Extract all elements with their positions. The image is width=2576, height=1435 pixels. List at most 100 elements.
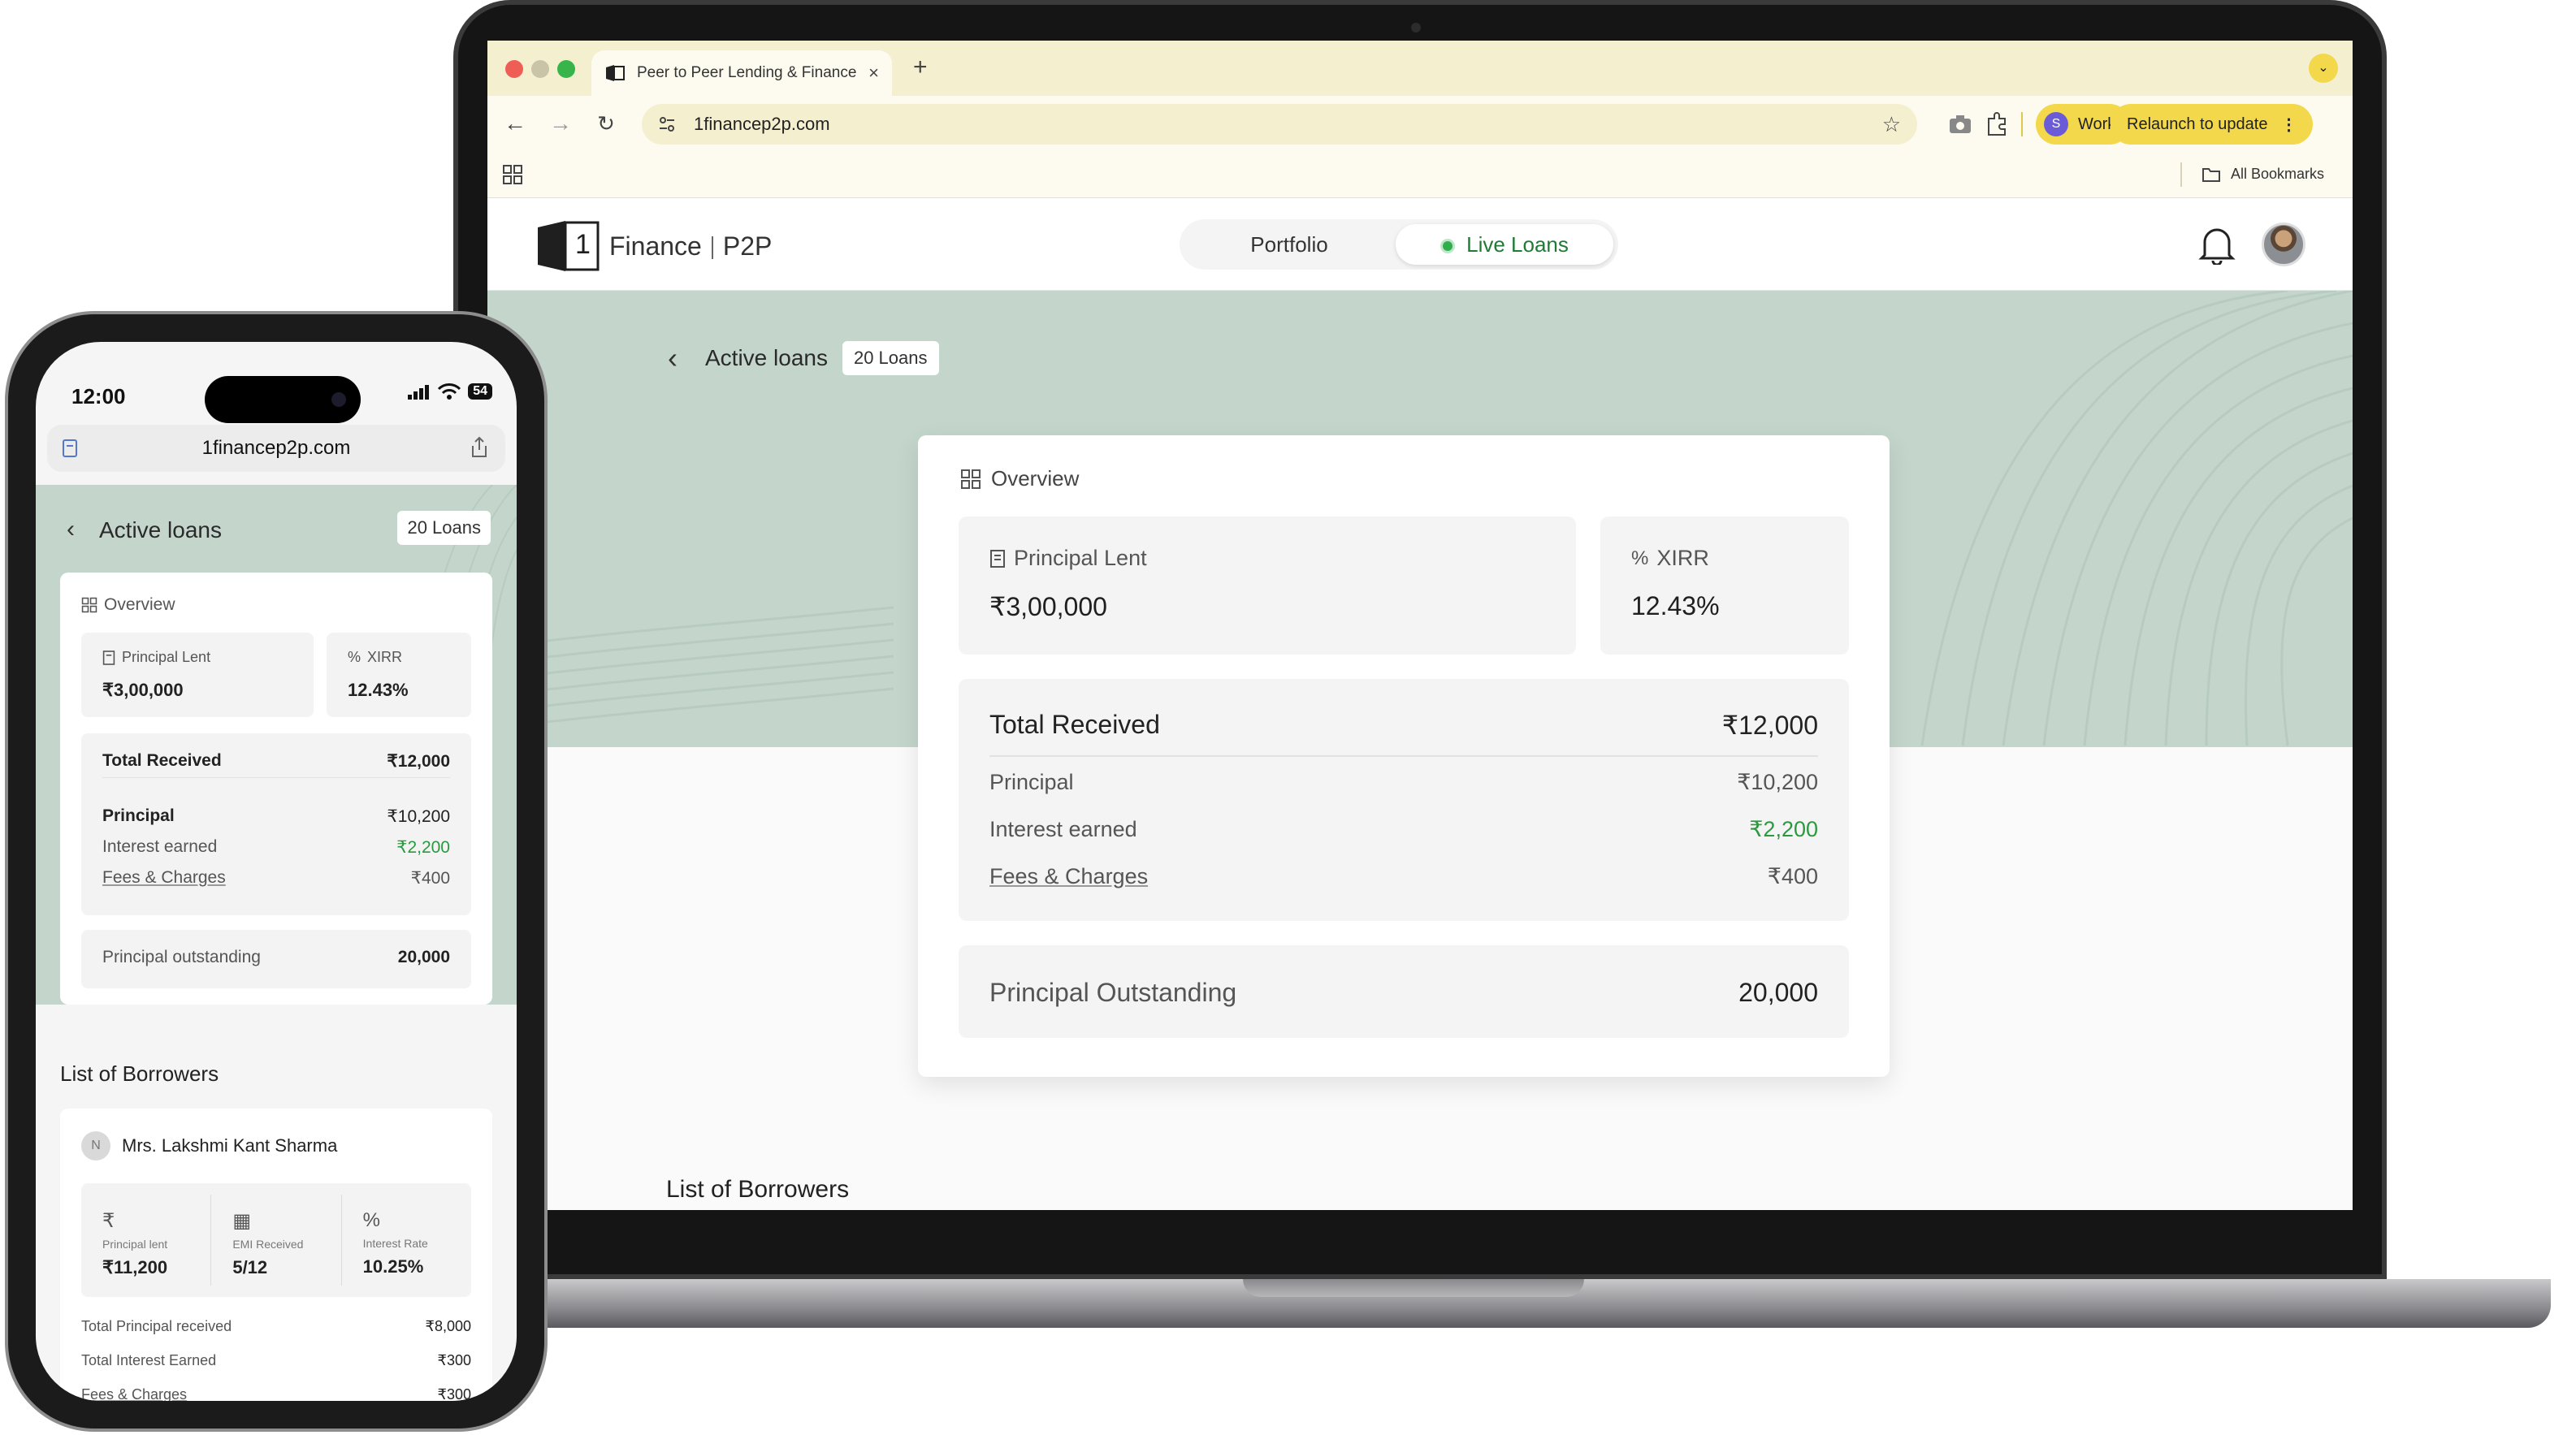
page-title: Active loans: [705, 345, 828, 370]
tab-live-loans[interactable]: Live Loans: [1396, 224, 1613, 265]
total-received-row: Total Received ₹12,000: [989, 710, 1818, 741]
relaunch-button[interactable]: Relaunch to update ⋮: [2111, 104, 2314, 145]
dynamic-island: [205, 376, 361, 423]
phone-fees-link[interactable]: Fees & Charges: [102, 868, 226, 888]
wifi-icon: [438, 383, 461, 400]
front-camera: [331, 392, 346, 407]
rupee-icon: ₹: [102, 1210, 115, 1232]
logo-mark-icon: 1: [536, 219, 601, 273]
borrower-stats: ₹ Principal lent ₹11,200 ▦ EMI Received …: [81, 1183, 471, 1297]
borrower-total-principal-row: Total Principal received ₹8,000: [81, 1318, 471, 1335]
principal-lent-tile: Principal Lent ₹3,00,000: [959, 517, 1576, 655]
logo-separator: [711, 236, 713, 260]
site-favicon-icon: [606, 65, 625, 81]
site-settings-icon[interactable]: [658, 115, 676, 133]
phone-principal-row: Principal ₹10,200: [102, 806, 450, 827]
principal-lent-label-row: Principal Lent: [989, 546, 1147, 571]
menu-dots-icon: ⋮: [2280, 115, 2297, 134]
xirr-label-row: % XIRR: [1631, 546, 1709, 571]
phone-total-received-tile: Total Received ₹12,000 Principal ₹10,200…: [81, 733, 471, 915]
borrower-name: Mrs. Lakshmi Kant Sharma: [122, 1135, 338, 1156]
borrower-principal-lent-value: ₹11,200: [102, 1257, 168, 1277]
tab-bar: Peer to Peer Lending & Finance × + ⌄: [487, 41, 2353, 96]
tab-search-chevron-icon[interactable]: ⌄: [2309, 54, 2338, 83]
all-bookmarks-label: All Bookmarks: [2231, 166, 2325, 182]
borrowers-heading: List of Borrowers: [666, 1176, 850, 1203]
phone-principal-lent-label: Principal Lent: [122, 649, 211, 665]
total-received-value: ₹12,000: [1721, 711, 1818, 740]
back-arrow-icon[interactable]: ‹: [668, 341, 678, 375]
phone-back-arrow-icon[interactable]: ‹: [67, 516, 75, 543]
borrower-rate-label: Interest Rate: [362, 1237, 428, 1250]
tab-title: Peer to Peer Lending & Finance: [637, 64, 857, 81]
phone-loan-count-badge: 20 Loans: [397, 511, 491, 545]
phone-fees-value: ₹400: [410, 869, 450, 888]
reload-button[interactable]: ↻: [588, 106, 624, 141]
phone-total-received-value: ₹12,000: [387, 752, 450, 771]
percent-icon: %: [362, 1209, 380, 1231]
xirr-label: XIRR: [1656, 546, 1709, 570]
folder-icon: [2202, 167, 2220, 182]
address-bar[interactable]: 1financep2p.com ☆: [642, 104, 1917, 145]
logo-number: 1: [575, 229, 591, 260]
new-tab-button[interactable]: +: [913, 54, 928, 81]
borrower-fees-link[interactable]: Fees & Charges: [81, 1386, 187, 1401]
borrower-total-interest-label: Total Interest Earned: [81, 1352, 217, 1368]
interest-label: Interest earned: [989, 817, 1137, 841]
maximize-window-button[interactable]: [557, 60, 575, 78]
minimize-window-button[interactable]: [531, 60, 549, 78]
phone-screen: 12:00 54 1financep2p.com ‹ Active loans …: [36, 342, 517, 1401]
borrower-total-interest-row: Total Interest Earned ₹300: [81, 1352, 471, 1369]
grid-icon: [81, 597, 97, 613]
phone-page-title: Active loans: [99, 517, 222, 542]
share-icon[interactable]: [470, 436, 489, 459]
apps-grid-icon[interactable]: [502, 164, 523, 185]
borrower-card[interactable]: N Mrs. Lakshmi Kant Sharma ₹ Principal l…: [60, 1109, 492, 1401]
principal-outstanding-label: Principal Outstanding: [989, 978, 1237, 1007]
browser-tab[interactable]: Peer to Peer Lending & Finance ×: [591, 50, 892, 96]
fees-link[interactable]: Fees & Charges: [989, 864, 1148, 889]
phone-address-bar[interactable]: 1financep2p.com: [47, 425, 505, 472]
borrower-total-principal-label: Total Principal received: [81, 1318, 232, 1334]
all-bookmarks-button[interactable]: All Bookmarks: [2202, 166, 2324, 183]
phone-principal-outstanding-row: Principal outstanding 20,000: [102, 948, 450, 967]
tab-portfolio[interactable]: Portfolio: [1180, 224, 1399, 265]
borrower-avatar: N: [81, 1131, 110, 1161]
interest-value: ₹2,200: [1749, 817, 1818, 841]
phone-overview-heading: Overview: [81, 595, 175, 615]
battery-icon: 54: [468, 383, 492, 400]
forward-button[interactable]: →: [543, 106, 578, 141]
phone-overview-card: Overview Principal Lent ₹3,00,000 % XIRR…: [60, 573, 492, 1005]
status-icons: 54: [408, 383, 492, 400]
fees-value: ₹400: [1767, 864, 1818, 888]
toolbar-divider: [2021, 112, 2023, 136]
principal-label: Principal: [989, 770, 1074, 794]
logo[interactable]: 1 Finance P2P: [536, 219, 772, 273]
borrower-principal-lent-label: Principal lent: [102, 1238, 168, 1251]
extension-icon[interactable]: [1984, 110, 2011, 138]
bookmark-star-icon[interactable]: ☆: [1882, 112, 1901, 137]
phone-principal-outstanding-label: Principal outstanding: [102, 948, 261, 966]
avatar[interactable]: [2262, 223, 2305, 266]
borrower-emi-label: EMI Received: [232, 1238, 304, 1251]
phone-frame: 12:00 54 1financep2p.com ‹ Active loans …: [5, 311, 548, 1432]
tab-live-loans-label: Live Loans: [1466, 232, 1569, 257]
laptop-camera: [1411, 23, 1421, 32]
browser-toolbar: ← → ↻ 1financep2p.com ☆ S Work Relaunch …: [487, 96, 2353, 153]
page-icon: [63, 439, 77, 457]
borrower-total-principal-value: ₹8,000: [425, 1318, 472, 1334]
phone-principal-lent-label-row: Principal Lent: [102, 649, 210, 666]
phone-xirr-label-row: % XIRR: [348, 649, 402, 666]
bell-icon[interactable]: [2198, 224, 2236, 265]
camera-icon[interactable]: [1946, 110, 1974, 138]
close-tab-icon[interactable]: ×: [868, 63, 879, 84]
relaunch-label: Relaunch to update: [2127, 115, 2268, 133]
principal-outstanding-value: 20,000: [1738, 978, 1818, 1007]
phone-principal-outstanding-value: 20,000: [397, 948, 450, 966]
overview-card: Overview Principal Lent ₹3,00,000 % XIRR…: [918, 435, 1890, 1077]
bookmarks-divider: [2180, 162, 2182, 187]
close-window-button[interactable]: [505, 60, 523, 78]
phone-principal-label: Principal: [102, 806, 175, 825]
back-button[interactable]: ←: [497, 106, 533, 141]
browser-window: Peer to Peer Lending & Finance × + ⌄ ← →…: [487, 41, 2353, 1210]
